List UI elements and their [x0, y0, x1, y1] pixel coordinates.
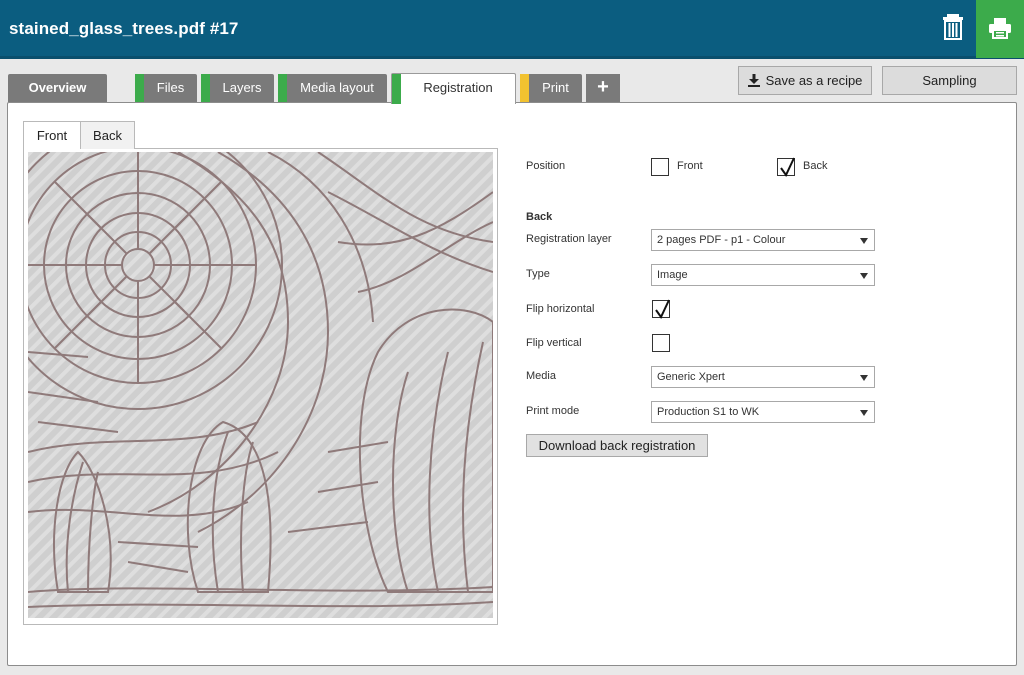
flip-vertical-checkbox[interactable]	[652, 334, 670, 352]
tab-status-stripe	[201, 74, 210, 102]
checkmark-icon	[780, 157, 795, 177]
position-back-checkbox[interactable]	[777, 157, 795, 177]
print-mode-value: Production S1 to WK	[657, 406, 760, 418]
tab-overview[interactable]: Overview	[8, 74, 107, 102]
print-button[interactable]	[976, 0, 1024, 58]
tab-layers-label: Layers	[222, 80, 262, 95]
save-recipe-label: Save as a recipe	[765, 73, 863, 88]
print-mode-label: Print mode	[526, 405, 580, 417]
tab-status-stripe	[392, 74, 401, 104]
tab-status-stripe	[520, 74, 529, 102]
chevron-down-icon	[860, 410, 868, 416]
position-label: Position	[526, 160, 566, 172]
media-label: Media	[526, 370, 556, 382]
download-icon	[747, 74, 760, 87]
position-front-label: Front	[677, 160, 703, 172]
print-mode-select[interactable]: Production S1 to WK	[651, 401, 875, 423]
registration-layer-label: Registration layer	[526, 233, 612, 245]
type-select[interactable]: Image	[651, 264, 875, 286]
position-front-checkbox[interactable]	[651, 158, 669, 176]
tab-status-stripe	[278, 74, 287, 102]
tab-registration[interactable]: Registration	[391, 73, 516, 104]
tab-media-layout[interactable]: Media layout	[278, 74, 387, 102]
media-select[interactable]: Generic Xpert	[651, 366, 875, 388]
chevron-down-icon	[860, 238, 868, 244]
page-preview-image	[28, 152, 493, 618]
position-back-label: Back	[803, 160, 828, 172]
add-tab-button[interactable]: +	[586, 74, 620, 102]
tab-layers[interactable]: Layers	[201, 74, 274, 102]
tab-status-stripe	[135, 74, 144, 102]
media-value: Generic Xpert	[657, 371, 725, 383]
tab-media-layout-label: Media layout	[300, 80, 374, 95]
download-back-registration-button[interactable]: Download back registration	[526, 434, 708, 457]
flip-horizontal-label: Flip horizontal	[526, 303, 595, 315]
preview-tab-front[interactable]: Front	[23, 121, 81, 149]
type-value: Image	[657, 269, 688, 281]
preview-tab-back-label: Back	[93, 128, 122, 143]
printer-icon	[989, 18, 1011, 39]
checkmark-icon	[655, 299, 670, 319]
type-label: Type	[526, 268, 550, 280]
flip-vertical-label: Flip vertical	[526, 337, 582, 349]
chevron-down-icon	[860, 375, 868, 381]
trash-icon	[943, 14, 963, 40]
registration-layer-select[interactable]: 2 pages PDF - p1 - Colour	[651, 229, 875, 251]
document-title: stained_glass_trees.pdf #17	[9, 19, 239, 38]
tab-print-label: Print	[542, 80, 569, 95]
save-recipe-button[interactable]: Save as a recipe	[738, 66, 872, 95]
delete-button[interactable]	[936, 10, 970, 46]
header-bar: stained_glass_trees.pdf #17	[0, 0, 1024, 59]
tab-print[interactable]: Print	[520, 74, 582, 102]
plus-icon: +	[597, 76, 609, 98]
tab-overview-label: Overview	[28, 80, 87, 95]
flip-horizontal-checkbox[interactable]	[652, 299, 670, 319]
tab-registration-label: Registration	[423, 80, 493, 95]
preview-tab-front-label: Front	[36, 128, 68, 143]
tab-files-label: Files	[156, 80, 185, 95]
chevron-down-icon	[860, 273, 868, 279]
sampling-button[interactable]: Sampling	[882, 66, 1017, 95]
sampling-label: Sampling	[922, 73, 977, 88]
download-back-registration-label: Download back registration	[538, 438, 696, 453]
tab-files[interactable]: Files	[135, 74, 197, 102]
registration-layer-value: 2 pages PDF - p1 - Colour	[657, 234, 786, 246]
section-title: Back	[526, 211, 553, 223]
preview-tab-back[interactable]: Back	[81, 121, 135, 149]
